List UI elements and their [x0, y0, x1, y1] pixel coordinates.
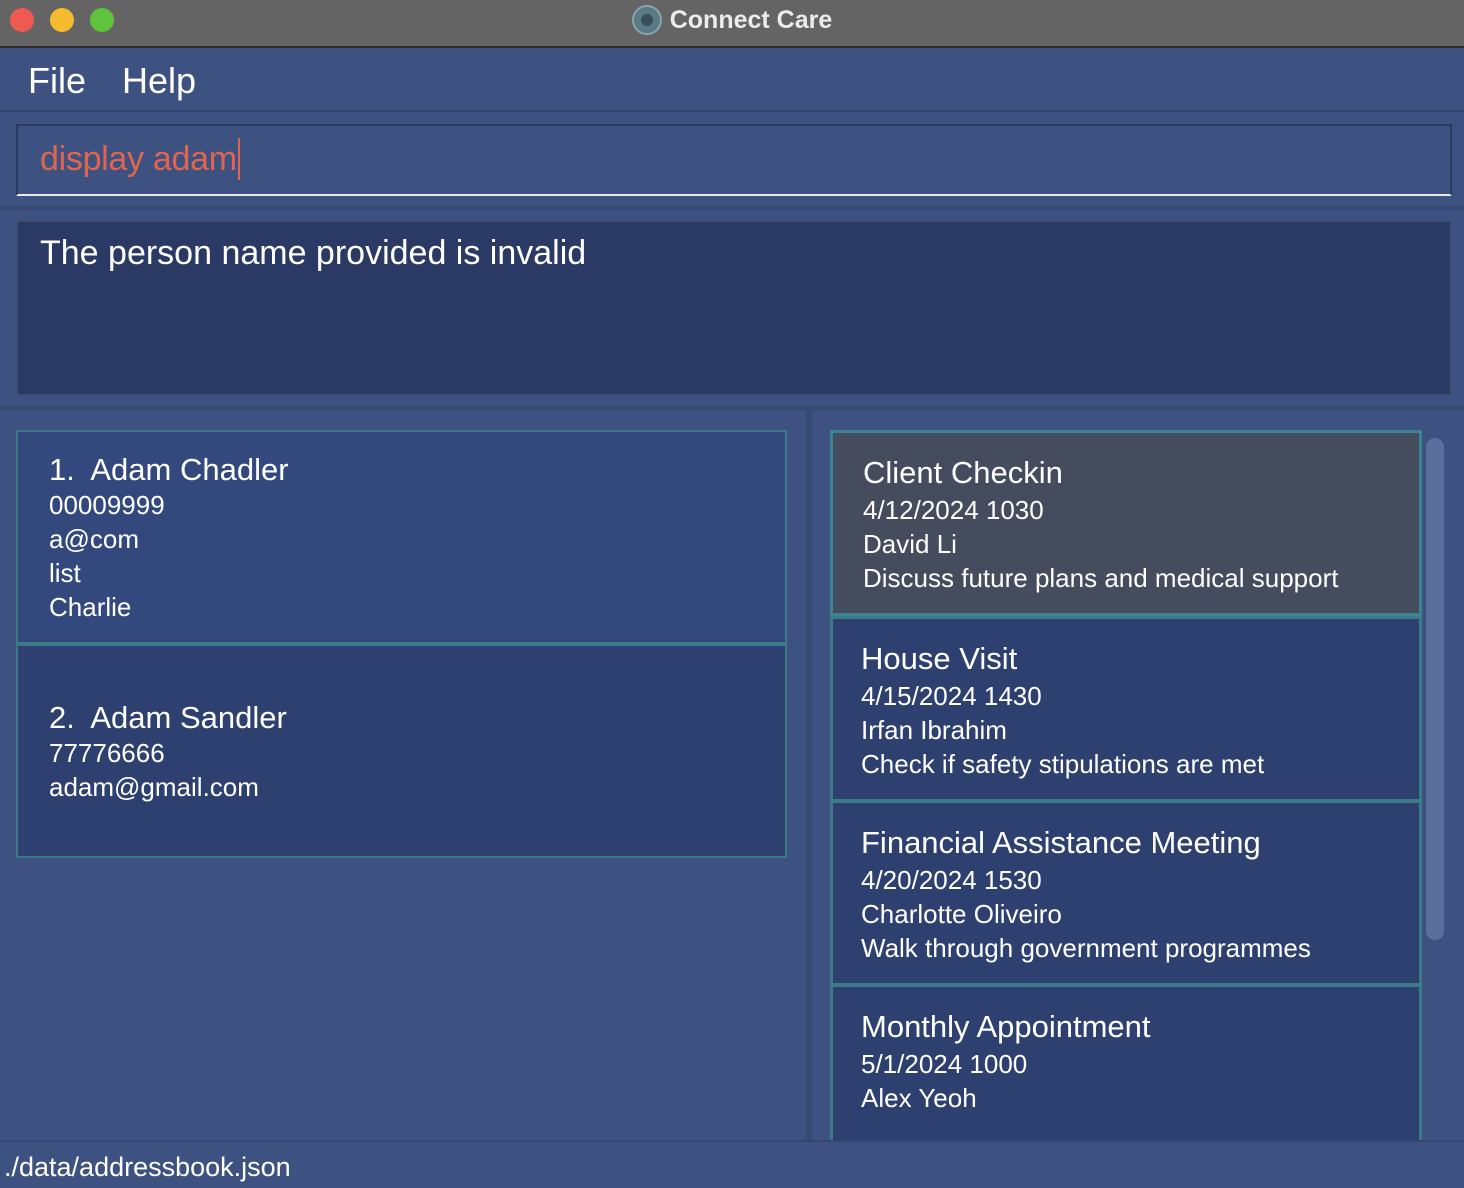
person-phone: 00009999 [49, 490, 165, 520]
command-input[interactable]: display adam [16, 124, 1452, 196]
person-field: list [49, 558, 81, 588]
appointment-list-panel: Client Checkin 4/12/2024 1030 David Li D… [812, 410, 1464, 1140]
menu-bar: File Help [0, 50, 1464, 112]
person-phone: 77776666 [49, 738, 165, 768]
appointment-client: David Li [863, 529, 957, 559]
app-logo-icon [631, 5, 662, 35]
appointment-card[interactable]: House Visit 4/15/2024 1430 Irfan Ibrahim… [830, 616, 1422, 802]
appointment-datetime: 4/20/2024 1530 [861, 865, 1042, 895]
status-bar: ./data/addressbook.json [0, 1140, 1464, 1188]
person-card[interactable]: 2. Adam Sandler 77776666 adam@gmail.com [16, 644, 787, 858]
data-file-path: ./data/addressbook.json [4, 1152, 291, 1182]
person-list-panel: 1. Adam Chadler 00009999 a@com list Char… [0, 410, 806, 1140]
window-title: Connect Care [669, 5, 833, 34]
appointment-scrollbar[interactable] [1426, 438, 1444, 940]
appointment-description: Walk through government programmes [861, 933, 1311, 963]
appointment-card[interactable]: Financial Assistance Meeting 4/20/2024 1… [830, 800, 1422, 986]
appointment-client: Alex Yeoh [861, 1083, 977, 1113]
appointment-client: Charlotte Oliveiro [861, 899, 1062, 929]
appointment-client: Irfan Ibrahim [861, 715, 1007, 745]
person-index: 1. [49, 452, 75, 487]
person-name-text: Adam Sandler [90, 700, 287, 735]
appointment-title: House Visit [861, 641, 1018, 676]
result-message: The person name provided is invalid [40, 234, 587, 272]
menu-file[interactable]: File [28, 60, 86, 102]
appointment-card[interactable]: Client Checkin 4/12/2024 1030 David Li D… [830, 430, 1422, 616]
person-name: 2. Adam Sandler [49, 700, 287, 736]
appointment-datetime: 5/1/2024 1000 [861, 1049, 1028, 1079]
menu-help[interactable]: Help [122, 60, 196, 102]
appointment-description: Discuss future plans and medical support [863, 563, 1339, 593]
person-card[interactable]: 1. Adam Chadler 00009999 a@com list Char… [16, 430, 787, 644]
person-email: adam@gmail.com [49, 772, 259, 802]
appointment-title: Monthly Appointment [861, 1009, 1151, 1044]
person-field: Charlie [49, 592, 132, 622]
appointment-title: Financial Assistance Meeting [861, 825, 1261, 860]
text-caret [237, 138, 240, 181]
divider [0, 206, 1464, 210]
person-name: 1. Adam Chadler [49, 452, 289, 488]
appointment-description: Check if safety stipulations are met [861, 749, 1265, 779]
result-display: The person name provided is invalid [16, 220, 1452, 396]
appointment-title: Client Checkin [863, 455, 1063, 490]
appointment-datetime: 4/12/2024 1030 [863, 495, 1044, 525]
appointment-datetime: 4/15/2024 1430 [861, 681, 1042, 711]
person-index: 2. [49, 700, 75, 735]
title-bar: Connect Care [0, 0, 1464, 48]
appointment-card[interactable]: Monthly Appointment 5/1/2024 1000 Alex Y… [830, 984, 1422, 1140]
command-text: display adam [40, 138, 240, 182]
person-name-text: Adam Chadler [90, 452, 289, 487]
command-value: display adam [40, 140, 237, 178]
person-email: a@com [49, 524, 139, 554]
window-title-area: Connect Care [0, 4, 1464, 36]
